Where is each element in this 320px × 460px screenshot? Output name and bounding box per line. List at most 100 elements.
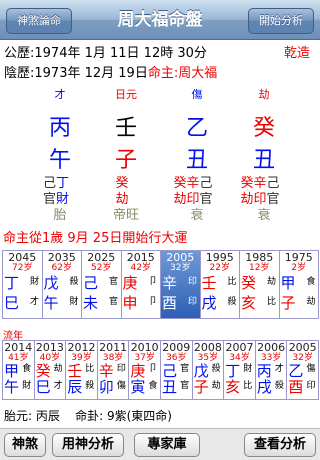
dayun-branch: 戌: [201, 294, 217, 312]
shensha-button[interactable]: 神煞: [4, 433, 46, 457]
hidden-ten-god: 印: [186, 192, 200, 207]
yongshen-analysis-button[interactable]: 用神分析: [52, 433, 124, 457]
dayun-cell[interactable]: 1985 12岁癸劫亥比: [240, 250, 280, 319]
liunian-grid: 2014 41岁甲食午財 2013 40岁癸劫巳才 2012 39岁壬比辰殺 2011 38岁…: [2, 340, 319, 400]
liunian-cell[interactable]: 2009 36岁己官丑官: [161, 340, 193, 400]
liunian-stem-god: 食: [22, 364, 32, 374]
dayun-age: 2岁: [291, 263, 307, 273]
liunian-cell[interactable]: 2011 38岁辛印卯傷: [97, 340, 130, 400]
dayun-stem-god: 印: [187, 277, 197, 287]
dayun-stem-god: 卩: [148, 277, 158, 287]
dayun-cell[interactable]: 2005 32岁辛印酉印: [161, 250, 201, 319]
liunian-stem-god: 才: [274, 364, 284, 374]
pillar-phase: 衰: [190, 208, 204, 223]
liunian-cell[interactable]: 2013 40岁癸劫巳才: [34, 340, 67, 400]
liunian-cell[interactable]: 2006 33岁丙才戌殺: [255, 340, 288, 400]
gender-label: 乾造: [284, 46, 311, 61]
pillar-ten-god: 才: [54, 88, 66, 101]
liunian-cell[interactable]: 2005 32岁乙傷酉印: [287, 340, 319, 400]
dayun-cell[interactable]: 2035 62岁戊殺午財: [42, 250, 82, 319]
expert-library-button[interactable]: 專家庫: [134, 433, 200, 457]
liunian-stem-god: 殺: [211, 364, 221, 374]
lunar-date-line: 陰歷:1973年 12月 19日命主:周大福: [4, 64, 217, 84]
bottom-toolbar: 神煞 用神分析 專家庫 查看分析: [0, 428, 320, 460]
hidden-stem: 癸: [115, 176, 129, 191]
pillar-phase: 帝旺: [112, 208, 139, 223]
liunian-branch-god: 財: [22, 381, 32, 391]
hidden-stem: 丁: [56, 176, 70, 191]
dayun-stem: 癸: [241, 274, 257, 292]
dayun-stem: 戊: [43, 274, 59, 292]
shensha-destiny-button[interactable]: 神煞論命: [6, 8, 72, 34]
liunian-branch-god: 傷: [116, 381, 126, 391]
dayun-cell[interactable]: 2045 72岁丁財巳才: [3, 250, 43, 319]
liunian-cell[interactable]: 2010 37岁庚卩寅食: [129, 340, 161, 400]
hidden-ten-god: 劫: [173, 192, 187, 207]
dayun-stem-god: 官: [108, 277, 118, 287]
dayun-stem: 甲: [280, 274, 296, 292]
liunian-branch: 卯: [98, 378, 114, 396]
dayun-stem: 己: [83, 274, 99, 292]
dayun-stem: 辛: [162, 274, 178, 292]
hidden-ten-god: 官: [266, 192, 280, 207]
dayun-stem: 庚: [122, 274, 138, 292]
hidden-stem: 辛: [253, 176, 267, 191]
dayun-branch-god: 劫: [306, 297, 316, 307]
liunian-branch-god: 才: [53, 381, 63, 391]
start-analysis-button[interactable]: 開始分析: [248, 8, 314, 34]
master-name: 周大福: [178, 66, 218, 81]
solar-date: 公歷:1974年 1月 11日 12時 30分: [4, 46, 207, 61]
pillar-ten-god: 傷: [191, 88, 203, 101]
liunian-branch: 辰: [67, 378, 83, 396]
dayun-age: 32岁: [170, 263, 191, 273]
dayun-branch: 未: [83, 294, 99, 312]
liunian-branch: 戌: [256, 378, 272, 396]
dayun-age: 62岁: [51, 263, 72, 273]
liunian-cell[interactable]: 2012 39岁壬比辰殺: [66, 340, 98, 400]
dayun-cell[interactable]: 1995 22岁壬比戌殺: [200, 250, 240, 319]
dayun-branch-god: 才: [29, 297, 39, 307]
hidden-ten-god: 劫: [115, 192, 129, 207]
hidden-ten-god: 印: [253, 192, 267, 207]
dayun-branch-god: 殺: [227, 297, 237, 307]
hidden-ten-god: 官: [199, 192, 213, 207]
dayun-branch-god: 財: [69, 297, 79, 307]
dayun-age: 42岁: [130, 263, 151, 273]
dayun-cell[interactable]: 2015 42岁庚卩申卩: [121, 250, 161, 319]
liunian-branch-god: 官: [180, 381, 190, 391]
dayun-cell[interactable]: 2025 52岁己官未官: [82, 250, 122, 319]
dayun-branch: 午: [43, 294, 59, 312]
dayun-branch: 巳: [4, 294, 20, 312]
liunian-branch: 丑: [162, 378, 178, 396]
liunian-branch-god: 印: [306, 381, 316, 391]
pillar-stem: 乙: [185, 116, 208, 141]
luck-start-text: 命主從1歲 9月 25日開始行大運: [3, 231, 188, 246]
liunian-stem-god: 印: [116, 364, 126, 374]
pillar-ten-god: 日元: [115, 88, 137, 101]
page-title: 周大福命盤: [117, 10, 203, 30]
liunian-cell[interactable]: 2007 34岁丁財亥比: [224, 340, 256, 400]
dayun-branch: 酉: [162, 294, 178, 312]
dayun-branch: 子: [280, 294, 296, 312]
pillar-ten-god: 劫: [258, 88, 270, 101]
pillar-branch: 午: [48, 148, 71, 173]
liunian-branch-god: 比: [243, 381, 253, 391]
view-analysis-button[interactable]: 查看分析: [244, 433, 316, 457]
minggua: 命卦: 9紫(東四命): [75, 409, 172, 423]
dayun-stem-god: 財: [29, 277, 39, 287]
dayun-branch-god: 官: [108, 297, 118, 307]
master-label: 命主:: [147, 66, 179, 81]
liunian-branch: 午: [4, 378, 20, 396]
dayun-age: 72岁: [12, 263, 33, 273]
dayun-stem-god: 比: [227, 277, 237, 287]
lunar-date: 陰歷:1973年 12月 19日: [4, 66, 148, 81]
dayun-cell[interactable]: 1975 2岁甲食子劫: [279, 250, 319, 319]
liunian-branch-god: 食: [148, 381, 158, 391]
liunian-stem-god: 劫: [53, 364, 63, 374]
liunian-cell[interactable]: 2008 35岁戊殺子劫: [192, 340, 225, 400]
liunian-cell[interactable]: 2014 41岁甲食午財: [3, 340, 35, 400]
hidden-stem: 己: [266, 176, 280, 191]
taiyuan-text: 胎元: 丙辰 命卦: 9紫(東四命): [4, 406, 172, 426]
liunian-branch: 寅: [130, 378, 146, 396]
taiyuan: 胎元: 丙辰: [4, 409, 60, 423]
